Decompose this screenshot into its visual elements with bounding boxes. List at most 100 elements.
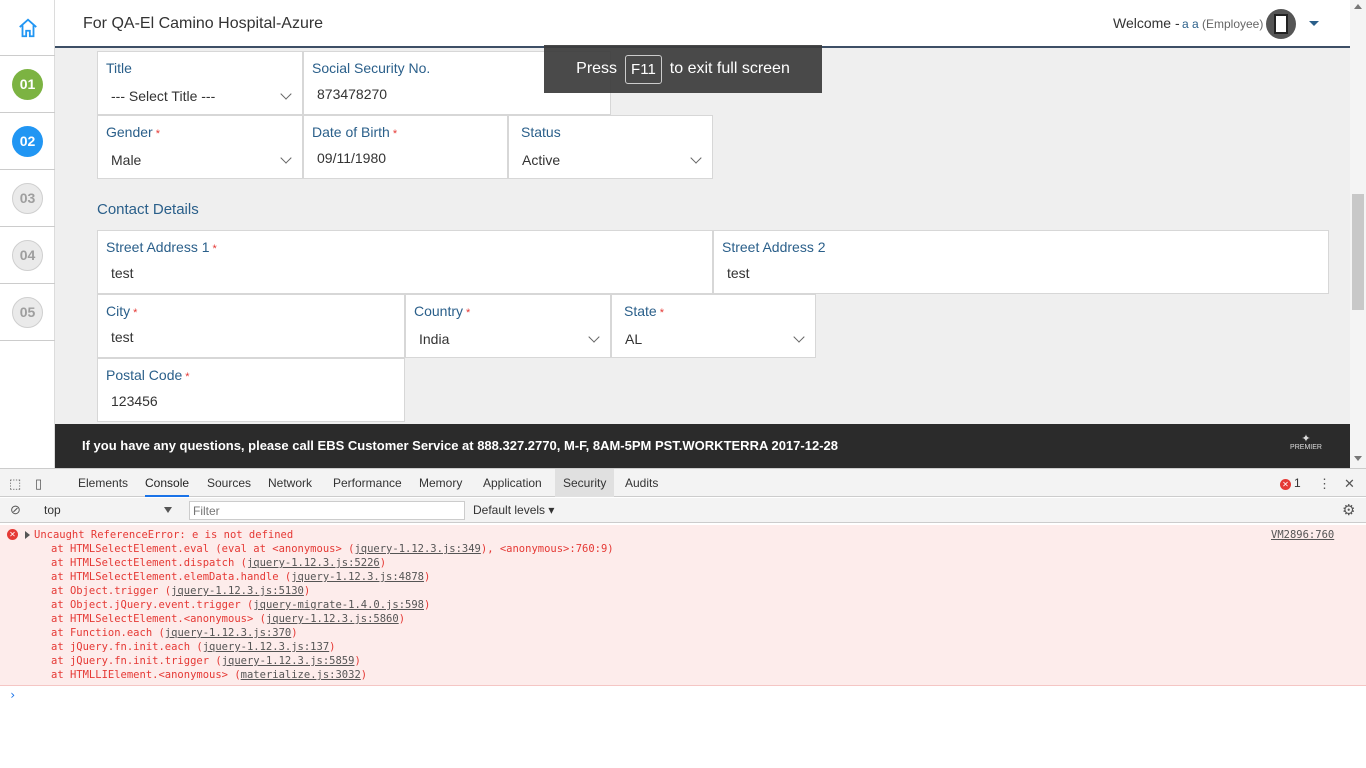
stack-frame-link[interactable]: jquery-1.12.3.js:370 bbox=[165, 627, 291, 639]
step-04[interactable]: 04 bbox=[0, 227, 55, 284]
close-icon[interactable]: ✕ bbox=[1344, 476, 1355, 492]
field-value: AL bbox=[625, 331, 643, 347]
stack-frame-link[interactable]: jquery-1.12.3.js:5859 bbox=[222, 655, 355, 667]
field-label: City * bbox=[106, 303, 138, 319]
required-mark: * bbox=[392, 128, 398, 140]
device-toolbar-icon[interactable]: ▯ bbox=[35, 476, 42, 492]
stack-frame-link[interactable]: jquery-1.12.3.js:5860 bbox=[266, 613, 399, 625]
welcome-text: Welcome - bbox=[1113, 15, 1180, 31]
logo-text: PREMIER bbox=[1290, 444, 1322, 451]
user-menu-chevron-down-icon[interactable] bbox=[1309, 21, 1319, 26]
tab-elements[interactable]: Elements bbox=[78, 476, 128, 490]
gender-select[interactable]: Gender * Male bbox=[97, 115, 303, 179]
context-select[interactable]: top bbox=[44, 503, 61, 517]
scrollbar-thumb[interactable] bbox=[1352, 194, 1364, 310]
stack-frame-link[interactable]: materialize.js:3032 bbox=[241, 669, 361, 681]
field-label: Gender * bbox=[106, 124, 160, 140]
step-01[interactable]: 01 bbox=[0, 56, 55, 113]
toast-message: to exit full screen bbox=[669, 60, 790, 77]
tab-console[interactable]: Console bbox=[145, 476, 190, 497]
stack-frame-tail: ) bbox=[291, 627, 298, 639]
stack-frame-link[interactable]: jquery-1.12.3.js:4878 bbox=[291, 571, 424, 583]
stack-trace-line: at HTMLSelectElement.elemData.handle (jq… bbox=[51, 571, 430, 583]
tab-network[interactable]: Network bbox=[268, 476, 312, 490]
tab-sources[interactable]: Sources bbox=[207, 476, 251, 490]
stack-frame-tail: ) bbox=[354, 655, 361, 667]
stack-trace-line: at jQuery.fn.init.each (jquery-1.12.3.js… bbox=[51, 641, 335, 653]
stack-frame-link[interactable]: jquery-migrate-1.4.0.js:598 bbox=[253, 599, 424, 611]
tab-security[interactable]: Security bbox=[555, 469, 615, 497]
console-error-message: ✕ Uncaught ReferenceError: e is not defi… bbox=[0, 525, 1366, 686]
stack-frame-link[interactable]: jquery-1.12.3.js:137 bbox=[203, 641, 329, 653]
field-label: Street Address 2 bbox=[722, 239, 826, 255]
field-value: Male bbox=[111, 152, 142, 168]
chevron-down-icon bbox=[690, 152, 702, 164]
stack-trace-line: at Object.jQuery.event.trigger (jquery-m… bbox=[51, 599, 430, 611]
state-select[interactable]: State * AL bbox=[611, 294, 816, 358]
devtools-tabbar: ⬚ ▯ Elements Console Sources Network Per… bbox=[0, 469, 1366, 497]
tab-audits[interactable]: Audits bbox=[625, 476, 658, 490]
error-source-link[interactable]: VM2896:760 bbox=[1271, 529, 1334, 541]
top-bar: For QA-El Camino Hospital-Azure Welcome … bbox=[55, 0, 1350, 48]
more-options-icon[interactable]: ⋮ bbox=[1318, 476, 1331, 492]
stack-frame-text: at HTMLSelectElement.<anonymous> ( bbox=[51, 613, 266, 625]
toast-press: Press bbox=[576, 60, 618, 77]
stack-frame-text: at HTMLLIElement.<anonymous> ( bbox=[51, 669, 241, 681]
city-field[interactable]: City * test bbox=[97, 294, 405, 358]
status-select[interactable]: Status Active bbox=[508, 115, 713, 179]
footer-text: If you have any questions, please call E… bbox=[82, 438, 838, 453]
step-02[interactable]: 02 bbox=[0, 113, 55, 170]
home-button[interactable] bbox=[0, 0, 55, 56]
country-select[interactable]: Country * India bbox=[405, 294, 611, 358]
step-03[interactable]: 03 bbox=[0, 170, 55, 227]
chevron-down-icon bbox=[280, 152, 292, 164]
tab-memory[interactable]: Memory bbox=[419, 476, 462, 490]
date-of-birth-field[interactable]: Date of Birth * 09/11/1980 bbox=[303, 115, 508, 179]
clear-console-icon[interactable]: ⊘ bbox=[10, 502, 21, 518]
field-label: Title bbox=[106, 60, 132, 76]
postal-code-field[interactable]: Postal Code * 123456 bbox=[97, 358, 405, 422]
required-mark: * bbox=[185, 371, 190, 383]
tab-performance[interactable]: Performance bbox=[333, 476, 402, 490]
field-label: Status bbox=[521, 124, 561, 140]
scroll-down-icon[interactable] bbox=[1354, 456, 1362, 461]
inspect-icon[interactable]: ⬚ bbox=[9, 476, 21, 492]
stack-frame-link[interactable]: jquery-1.12.3.js:5130 bbox=[171, 585, 304, 597]
gear-icon[interactable]: ⚙ bbox=[1342, 501, 1355, 519]
avatar[interactable] bbox=[1266, 9, 1296, 39]
required-mark: * bbox=[155, 128, 160, 140]
expand-triangle-icon[interactable] bbox=[25, 531, 30, 539]
step-number: 05 bbox=[12, 296, 43, 328]
page-scrollbar[interactable] bbox=[1350, 0, 1366, 468]
stack-frame-tail: ) bbox=[423, 599, 431, 611]
error-counter[interactable]: ✕ 1 bbox=[1280, 476, 1301, 490]
field-label: Date of Birth * bbox=[312, 124, 398, 140]
error-icon: ✕ bbox=[7, 529, 18, 540]
stack-frame-text: at Function.each ( bbox=[51, 627, 165, 639]
scroll-up-icon[interactable] bbox=[1354, 4, 1362, 9]
step-05[interactable]: 05 bbox=[0, 284, 55, 341]
field-label: Postal Code * bbox=[106, 367, 190, 383]
chevron-down-icon bbox=[588, 331, 600, 343]
user-name[interactable]: a a bbox=[1182, 17, 1199, 31]
stack-frame-text: at HTMLSelectElement.dispatch ( bbox=[51, 557, 247, 569]
field-value: test bbox=[727, 265, 750, 281]
tab-application[interactable]: Application bbox=[483, 476, 542, 490]
user-role: (Employee) bbox=[1202, 17, 1264, 31]
logo-star-icon: ✦ bbox=[1301, 433, 1311, 445]
street-address-2-field[interactable]: Street Address 2 test bbox=[713, 230, 1329, 294]
log-levels-select[interactable]: Default levels ▾ bbox=[473, 503, 554, 517]
chevron-down-icon[interactable] bbox=[164, 507, 172, 513]
chevron-down-icon bbox=[280, 88, 292, 100]
title-select[interactable]: Title --- Select Title --- bbox=[97, 51, 303, 115]
step-sidebar: 01 02 03 04 05 bbox=[0, 0, 55, 468]
stack-frame-tail: ) bbox=[379, 557, 387, 569]
console-prompt[interactable]: › bbox=[9, 688, 16, 702]
stack-frame-link[interactable]: jquery-1.12.3.js:5226 bbox=[247, 557, 380, 569]
stack-frame-tail: ) bbox=[423, 571, 431, 583]
street-address-1-field[interactable]: Street Address 1 * test bbox=[97, 230, 713, 294]
contact-details-heading: Contact Details bbox=[97, 201, 199, 218]
field-label: State * bbox=[624, 303, 664, 319]
filter-input[interactable] bbox=[189, 501, 465, 520]
stack-frame-link[interactable]: jquery-1.12.3.js:349 bbox=[354, 543, 480, 555]
